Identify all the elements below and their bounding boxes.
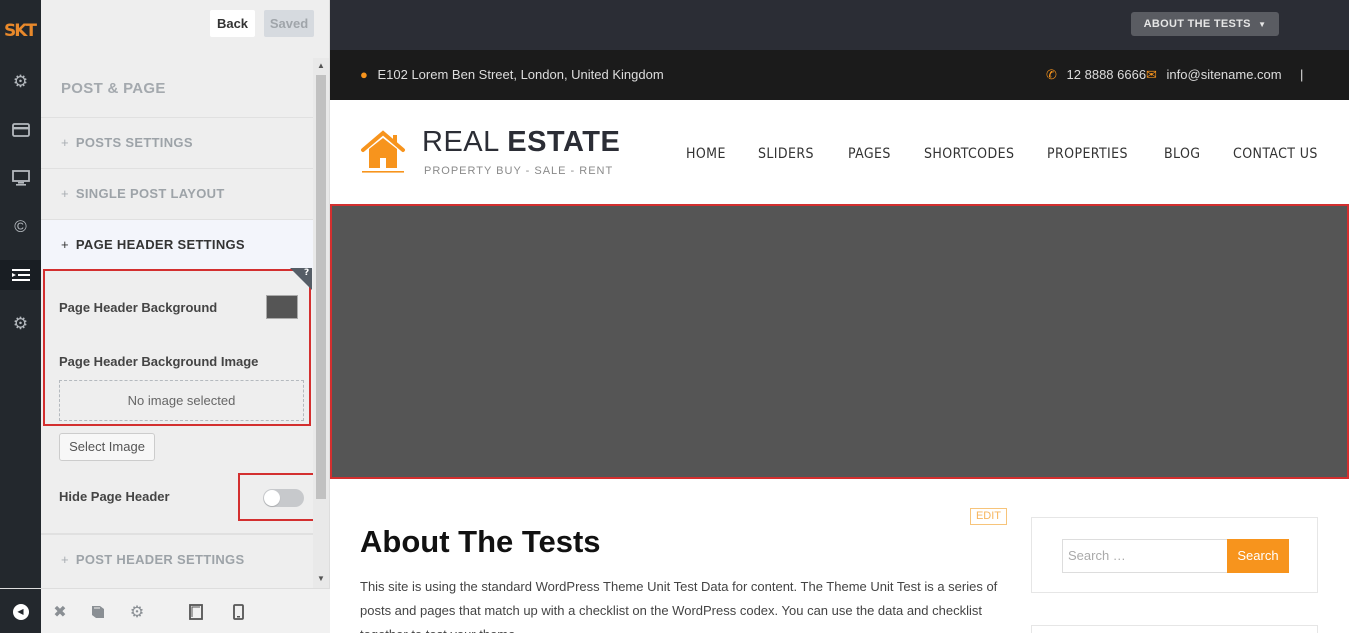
collapse-sidebar-button[interactable]: ◀ <box>0 589 41 633</box>
site-tagline: PROPERTY BUY - SALE - RENT <box>424 165 614 177</box>
chevron-down-icon: ▼ <box>1258 20 1267 29</box>
page-content: This site is using the standard WordPres… <box>360 579 998 633</box>
map-marker-icon: ● <box>360 67 368 82</box>
tablet-icon[interactable] <box>181 589 211 633</box>
brand-bold: ESTATE <box>507 126 621 158</box>
scroll-up-icon[interactable]: ▲ <box>317 61 325 70</box>
dropdown-label: ABOUT THE TESTS <box>1143 18 1251 30</box>
gear-icon[interactable]: ⚙ <box>0 67 41 97</box>
section-label: POSTS SETTINGS <box>75 134 193 150</box>
section-label: PAGE HEADER SETTINGS <box>75 236 245 252</box>
page-header-background-image-label: Page Header Background Image <box>59 354 259 369</box>
about-tests-dropdown[interactable]: ABOUT THE TESTS ▼ <box>1131 12 1279 36</box>
envelope-icon: ✉ <box>1146 67 1157 82</box>
nav-shortcodes[interactable]: SHORTCODES <box>924 145 1014 163</box>
back-button[interactable]: Back <box>210 10 255 37</box>
edit-button[interactable]: EDIT <box>970 508 1007 525</box>
nav-blog[interactable]: BLOG <box>1164 145 1200 163</box>
email-text: info@sitename.com <box>1166 67 1282 82</box>
panel-scrollbar[interactable]: ▲ ▼ <box>313 58 329 588</box>
list-icon[interactable] <box>0 260 41 290</box>
copyright-icon[interactable]: © <box>0 212 41 242</box>
search-input[interactable]: Search … <box>1062 539 1228 573</box>
credit-card-icon[interactable] <box>0 115 41 145</box>
site-header: REAL ESTATE PROPERTY BUY - SALE - RENT H… <box>330 100 1349 204</box>
scroll-down-icon[interactable]: ▼ <box>317 574 325 583</box>
book-icon[interactable] <box>83 589 113 633</box>
plus-icon: + <box>61 551 69 567</box>
section-posts-settings[interactable]: + POSTS SETTINGS <box>41 117 313 167</box>
search-widget: Search … Search <box>1031 517 1318 593</box>
customizer-panel: Back Saved POST & PAGE + POSTS SETTINGS … <box>41 0 330 588</box>
house-logo-icon[interactable] <box>360 129 406 175</box>
section-single-post-layout[interactable]: + SINGLE POST LAYOUT <box>41 168 313 218</box>
address-text: E102 Lorem Ben Street, London, United Ki… <box>377 67 664 82</box>
phone-icon: ✆ <box>1046 67 1057 82</box>
page-header-banner <box>330 204 1349 479</box>
nav-contact-us[interactable]: CONTACT US <box>1233 145 1318 163</box>
plus-icon: + <box>61 185 69 201</box>
separator: | <box>1300 67 1304 82</box>
section-label: SINGLE POST LAYOUT <box>75 185 225 201</box>
help-question-mark: ? <box>304 268 310 278</box>
collapse-icon: ◀ <box>12 603 29 620</box>
close-icon[interactable]: ✖ <box>45 589 75 633</box>
plus-icon: + <box>61 236 69 252</box>
brand-light: REAL <box>422 126 508 158</box>
page-title: About The Tests <box>360 524 601 559</box>
site-preview: ABOUT THE TESTS ▼ ● E102 Lorem Ben Stree… <box>330 0 1349 633</box>
section-page-header-settings[interactable]: + PAGE HEADER SETTINGS <box>41 219 313 269</box>
search-button[interactable]: Search <box>1227 539 1289 573</box>
panel-topbar: Back Saved <box>41 0 329 47</box>
mobile-icon[interactable] <box>223 589 253 633</box>
admin-topbar: ABOUT THE TESTS ▼ <box>330 0 1349 50</box>
skt-logo: SKT <box>4 21 37 41</box>
gear-icon[interactable]: ⚙ <box>122 589 152 633</box>
nav-sliders[interactable]: SLIDERS <box>758 145 814 163</box>
hide-page-header-toggle[interactable] <box>263 489 304 507</box>
nav-home[interactable]: HOME <box>686 145 726 163</box>
nav-properties[interactable]: PROPERTIES <box>1047 145 1128 163</box>
nav-pages[interactable]: PAGES <box>848 145 891 163</box>
email[interactable]: ✉ info@sitename.com <box>1146 50 1282 100</box>
address: ● E102 Lorem Ben Street, London, United … <box>360 50 664 100</box>
select-image-button[interactable]: Select Image <box>59 433 155 461</box>
toggle-knob <box>264 490 280 506</box>
phone-text: 12 8888 6666 <box>1066 67 1147 82</box>
contact-infobar: ● E102 Lorem Ben Street, London, United … <box>330 50 1349 100</box>
gear-icon[interactable]: ⚙ <box>0 309 41 339</box>
page-header-background-label: Page Header Background <box>59 300 218 315</box>
site-brand[interactable]: REAL ESTATE <box>422 125 620 159</box>
customizer-footer: ◀ ✖ ⚙ <box>0 588 330 633</box>
saved-button[interactable]: Saved <box>264 10 314 37</box>
color-swatch[interactable] <box>266 295 298 319</box>
panel-title: POST & PAGE <box>61 80 166 97</box>
hide-page-header-label: Hide Page Header <box>59 489 170 504</box>
sidebar-widget <box>1031 625 1318 633</box>
section-post-header-settings[interactable]: + POST HEADER SETTINGS <box>41 534 313 584</box>
image-dropzone[interactable]: No image selected <box>59 380 304 421</box>
section-label: POST HEADER SETTINGS <box>75 551 245 567</box>
monitor-icon[interactable] <box>0 163 41 193</box>
phone: ✆ 12 8888 6666 <box>1046 50 1146 100</box>
plus-icon: + <box>61 134 69 150</box>
scrollbar-thumb[interactable] <box>316 75 326 499</box>
customizer-icon-rail: SKT ⚙ © ⚙ <box>0 0 41 588</box>
